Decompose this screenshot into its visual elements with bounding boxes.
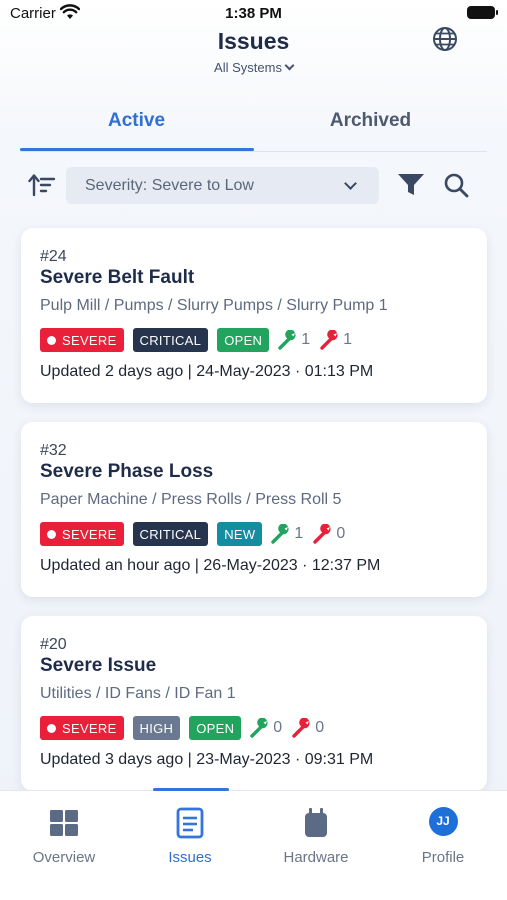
page-title: Issues [217,28,290,54]
priority-badge: HIGH [132,716,181,740]
clock: 1:38 PM [225,5,282,22]
sort-dropdown[interactable]: Severity: Severe to Low [66,167,379,204]
wrench-green-icon [278,330,296,350]
document-icon [176,807,204,839]
issue-card[interactable]: #32 Severe Phase Loss Paper Machine / Pr… [21,422,487,597]
red-wrench-count: 0 [336,525,346,542]
priority-badge: CRITICAL [132,328,209,352]
severity-badge: SEVERE [40,522,124,546]
battery-icon [467,6,498,19]
wrench-green-icon [250,718,268,738]
severity-badge-label: SEVERE [62,720,117,736]
chevron-down-icon [284,60,295,71]
tab-active[interactable]: Active [20,100,253,152]
wrench-red-icon [292,718,310,738]
nav-active-indicator [153,788,229,791]
issue-updated: Updated 2 days ago | 24-May-2023 · 01:13… [40,363,374,380]
issue-title: Severe Belt Fault [40,267,195,288]
red-wrench-count: 0 [315,719,325,736]
status-bar: Carrier 1:38 PM [0,0,507,28]
issue-asset-path: Paper Machine / Press Rolls / Press Roll… [40,491,342,508]
severity-badge: SEVERE [40,328,124,352]
nav-label-profile: Profile [421,849,465,866]
status-badge: NEW [217,522,263,546]
nav-item-overview[interactable]: Overview [4,807,124,866]
issue-updated: Updated 3 days ago | 23-May-2023 · 09:31… [40,751,374,768]
wrench-red-icon [313,524,331,544]
wrench-green-icon [271,524,289,544]
bottom-nav: Overview Issues Hardware JJ Profile [0,788,507,900]
nav-item-hardware[interactable]: Hardware [256,807,376,866]
red-wrench-count: 1 [343,331,353,348]
flame-icon [47,529,56,539]
issue-number: #32 [40,442,67,459]
filter-icon[interactable] [397,173,425,197]
severity-badge: SEVERE [40,716,124,740]
severity-badge-label: SEVERE [62,332,117,348]
green-wrench-count: 0 [273,719,283,736]
flame-icon [47,723,56,733]
issue-badges: SEVERE CRITICAL NEW 1 0 [40,522,355,546]
green-wrench-count: 1 [294,525,304,542]
issue-badges: SEVERE HIGH OPEN 0 0 [40,716,334,740]
avatar: JJ [428,807,458,836]
issue-title: Severe Issue [40,655,157,676]
issue-asset-path: Utilities / ID Fans / ID Fan 1 [40,685,236,702]
issue-number: #20 [40,636,67,653]
tab-bar: Active Archived [20,100,487,152]
system-filter-dropdown[interactable]: All Systems [0,60,507,75]
wrench-red-icon [320,330,338,350]
status-badge: OPEN [217,328,270,352]
tab-archived[interactable]: Archived [254,100,487,152]
issue-card[interactable]: #24 Severe Belt Fault Pulp Mill / Pumps … [21,228,487,403]
grid-icon [50,810,78,836]
priority-badge: CRITICAL [132,522,209,546]
system-filter-label: All Systems [214,60,282,75]
nav-label-hardware: Hardware [283,849,349,866]
globe-icon[interactable] [432,26,458,52]
flame-icon [47,335,56,345]
issue-asset-path: Pulp Mill / Pumps / Slurry Pumps / Slurr… [40,297,388,314]
nav-item-issues[interactable]: Issues [130,807,250,866]
tab-active-indicator [20,148,254,151]
issue-number: #24 [40,248,67,265]
issue-card[interactable]: #20 Severe Issue Utilities / ID Fans / I… [21,616,487,791]
nav-item-profile[interactable]: JJ Profile [383,807,503,866]
green-wrench-count: 1 [301,331,311,348]
issue-badges: SEVERE CRITICAL OPEN 1 1 [40,328,362,352]
status-badge: OPEN [189,716,242,740]
issue-title: Severe Phase Loss [40,461,214,482]
nav-label-issues: Issues [168,849,212,866]
sort-icon[interactable] [28,172,56,198]
sort-dropdown-value: Severity: Severe to Low [85,177,254,194]
chevron-down-icon [344,177,357,190]
nav-label-overview: Overview [32,849,96,866]
search-icon[interactable] [443,172,469,198]
severity-badge-label: SEVERE [62,526,117,542]
issue-updated: Updated an hour ago | 26-May-2023 · 12:3… [40,557,381,574]
device-icon [305,808,327,837]
